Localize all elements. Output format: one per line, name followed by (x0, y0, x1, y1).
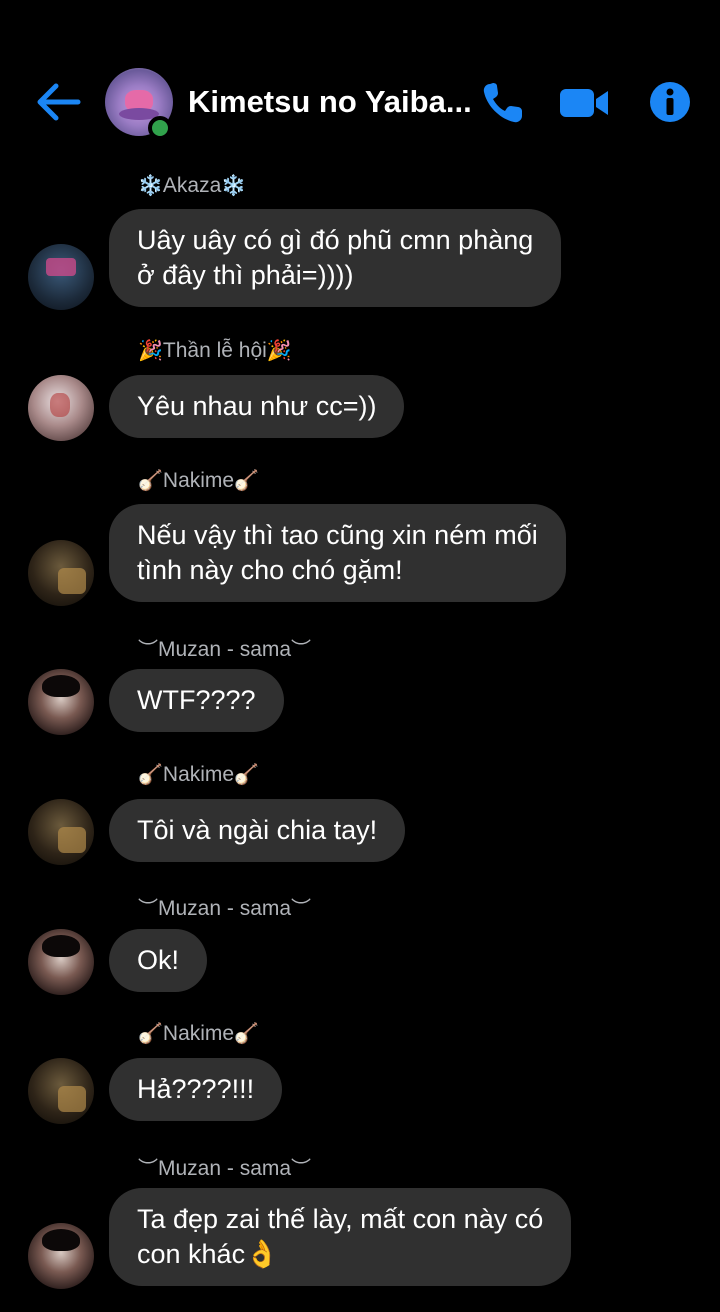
online-status-dot (148, 116, 172, 140)
avatar[interactable] (28, 375, 94, 441)
sender-name: 🎉Thần lễ hội🎉 (138, 339, 292, 362)
info-icon[interactable] (648, 80, 692, 124)
message-bubble[interactable]: Ok! (109, 929, 208, 992)
avatar[interactable] (28, 799, 94, 865)
message-bubble[interactable]: WTF???? (109, 669, 284, 732)
message-bubble[interactable]: Hả????!!! (109, 1058, 283, 1121)
avatar[interactable] (28, 1058, 94, 1124)
sender-name: 🪕Nakime🪕 (138, 1022, 259, 1045)
sender-name: ︶Muzan - sama︶ (138, 897, 312, 920)
avatar[interactable] (28, 929, 94, 995)
avatar[interactable] (28, 1223, 94, 1289)
arrow-left-icon[interactable] (34, 80, 82, 124)
message-bubble[interactable]: Nếu vậy thì tao cũng xin ném mối tình này… (109, 504, 566, 602)
chat-title[interactable]: Kimetsu no Yaiba... (188, 84, 472, 120)
sender-name: 🪕Nakime🪕 (138, 763, 259, 786)
message-bubble[interactable]: Yêu nhau như cc=)) (109, 375, 405, 438)
chat-header: Kimetsu no Yaiba... (0, 0, 720, 170)
video-camera-icon[interactable] (558, 86, 610, 120)
avatar[interactable] (28, 244, 94, 310)
sender-name: ︶Muzan - sama︶ (138, 638, 312, 661)
message-bubble[interactable]: Tôi và ngài chia tay! (109, 799, 406, 862)
message-bubble[interactable]: Uây uây có gì đó phũ cmn phàng ở đây thì … (109, 209, 562, 307)
sender-name: 🪕Nakime🪕 (138, 469, 259, 492)
sender-name: ❄️Akaza❄️ (138, 174, 247, 197)
message-bubble[interactable]: Ta đẹp zai thế lày, mất con này có con kh… (109, 1188, 572, 1286)
avatar[interactable] (28, 540, 94, 606)
sender-name: ︶Muzan - sama︶ (138, 1157, 312, 1180)
avatar[interactable] (28, 669, 94, 735)
phone-icon[interactable] (480, 80, 528, 126)
